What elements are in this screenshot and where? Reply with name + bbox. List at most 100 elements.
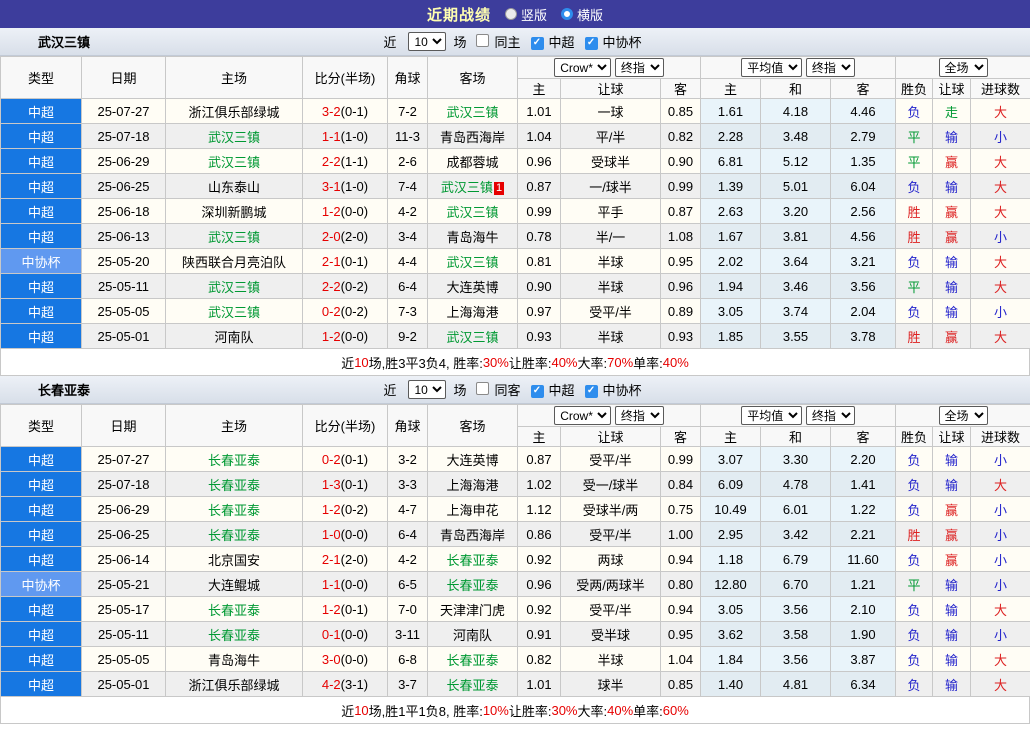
corner-cell: 7-2 — [388, 99, 428, 124]
col-asian-away: 客 — [661, 79, 701, 99]
asian-handicap-cell: 两球 — [561, 547, 661, 572]
asian-handicap-cell: 受半球 — [561, 622, 661, 647]
layout-vertical-radio[interactable]: 竖版 — [505, 5, 547, 24]
euro-avg-select[interactable]: 平均值 — [741, 406, 802, 425]
handicap-result-cell: 输 — [933, 597, 971, 622]
halftime-score: (0-1) — [341, 104, 368, 119]
matches-tbody: 中超25-07-27长春亚泰0-2(0-1)3-2大连英博0.87受平/半0.9… — [1, 447, 1030, 697]
odds-provider-select[interactable]: Crow* — [554, 58, 611, 77]
page-title: 近期战绩 — [427, 4, 491, 25]
near-count-select[interactable]: 10 — [408, 380, 446, 399]
cup-checkbox[interactable]: ✓ — [585, 381, 598, 398]
fulltime-score: 1-2 — [322, 602, 341, 617]
opponent-team-cell: 青岛西海岸 — [428, 522, 518, 547]
result-group: 全场 — [896, 405, 1030, 427]
handicap-result-cell: 输 — [933, 174, 971, 199]
handicap-result-cell: 赢 — [933, 224, 971, 249]
scope-select[interactable]: 全场 — [939, 58, 988, 77]
asian-handicap-cell: 受一/球半 — [561, 472, 661, 497]
euro-stage-select[interactable]: 终指 — [806, 58, 855, 77]
score-cell: 1-1(0-0) — [303, 572, 388, 597]
euro-avg-select[interactable]: 平均值 — [741, 58, 802, 77]
match-date-cell: 25-05-01 — [82, 324, 166, 349]
opponent-team-cell: 北京国安 — [166, 547, 303, 572]
same-venue-checkbox[interactable] — [476, 34, 489, 50]
layout-horizontal-radio[interactable]: 横版 — [561, 5, 603, 24]
asian-handicap-cell: 平/半 — [561, 124, 661, 149]
match-type-cell: 中超 — [1, 622, 82, 647]
match-type-cell: 中超 — [1, 199, 82, 224]
asian-home-odds-cell: 0.93 — [518, 324, 561, 349]
odds-provider-select[interactable]: Crow* — [554, 406, 611, 425]
goals-result-cell: 大 — [971, 597, 1030, 622]
near-count-select[interactable]: 10 — [408, 32, 446, 51]
team-section-header: 长春亚泰 近 10 场 同客 ✓ 中超 ✓ 中协杯 — [0, 376, 1030, 404]
same-venue-checkbox[interactable] — [476, 382, 489, 398]
euro-home-odds-cell: 1.61 — [701, 99, 761, 124]
score-cell: 0-1(0-0) — [303, 622, 388, 647]
euro-draw-odds-cell: 3.74 — [761, 299, 831, 324]
halftime-score: (0-1) — [341, 452, 368, 467]
wdl-result-cell: 负 — [896, 249, 933, 274]
team-name-text: 长春亚泰 — [208, 478, 260, 493]
col-euro-home: 主 — [701, 79, 761, 99]
team-name-text: 武汉三镇 — [208, 305, 260, 320]
team-name-text: 大连英博 — [446, 280, 498, 295]
goals-result-cell: 小 — [971, 124, 1030, 149]
col-asian-handicap: 让球 — [561, 427, 661, 447]
team-name-text: 大连英博 — [446, 453, 498, 468]
opponent-team-cell: 大连英博 — [428, 274, 518, 299]
checkbox-checked-icon: ✓ — [585, 37, 598, 50]
col-euro-draw: 和 — [761, 427, 831, 447]
fulltime-score: 0-1 — [322, 627, 341, 642]
cup-checkbox[interactable]: ✓ — [585, 33, 598, 50]
odds-stage-select[interactable]: 终指 — [615, 58, 664, 77]
team-name-text: 武汉三镇 — [446, 105, 498, 120]
fulltime-score: 3-0 — [322, 652, 341, 667]
team-name-text: 武汉三镇 — [446, 330, 498, 345]
corner-cell: 3-2 — [388, 447, 428, 472]
wdl-result-cell: 平 — [896, 149, 933, 174]
team-name-text: 浙江俱乐部绿城 — [188, 678, 279, 693]
wdl-result-cell: 负 — [896, 447, 933, 472]
team-name: 武汉三镇 — [38, 32, 90, 51]
match-type-cell: 中超 — [1, 597, 82, 622]
euro-home-odds-cell: 1.94 — [701, 274, 761, 299]
match-row: 中超25-05-11长春亚泰0-1(0-0)3-11河南队0.91受半球0.95… — [1, 622, 1030, 647]
score-cell: 3-1(1-0) — [303, 174, 388, 199]
asian-handicap-cell: 受平/半 — [561, 522, 661, 547]
match-type-cell: 中超 — [1, 174, 82, 199]
match-type-cell: 中超 — [1, 472, 82, 497]
league-checkbox[interactable]: ✓ — [531, 33, 544, 50]
asian-home-odds-cell: 1.01 — [518, 672, 561, 697]
halftime-score: (0-0) — [341, 627, 368, 642]
goals-result-cell: 小 — [971, 622, 1030, 647]
euro-home-odds-cell: 1.39 — [701, 174, 761, 199]
league-label: 中超 — [549, 380, 575, 399]
match-row: 中超25-06-18深圳新鹏城1-2(0-0)4-2武汉三镇0.99平手0.87… — [1, 199, 1030, 224]
match-row: 中超25-06-14北京国安2-1(2-0)4-2长春亚泰0.92两球0.941… — [1, 547, 1030, 572]
goals-result-cell: 大 — [971, 199, 1030, 224]
handicap-result-cell: 赢 — [933, 522, 971, 547]
team-name-text: 北京国安 — [208, 553, 260, 568]
focus-team-cell: 长春亚泰 — [428, 572, 518, 597]
score-cell: 0-2(0-1) — [303, 447, 388, 472]
asian-handicap-cell: 受球半 — [561, 149, 661, 174]
odds-stage-select[interactable]: 终指 — [615, 406, 664, 425]
euro-away-odds-cell: 3.87 — [831, 647, 896, 672]
match-type-cell: 中超 — [1, 547, 82, 572]
corner-cell: 6-8 — [388, 647, 428, 672]
col-date: 日期 — [82, 405, 166, 447]
euro-odds-group: 平均值 终指 — [701, 57, 896, 79]
scope-select[interactable]: 全场 — [939, 406, 988, 425]
opponent-team-cell: 河南队 — [428, 622, 518, 647]
summary-text-part: 大率: — [578, 701, 608, 720]
handicap-result-cell: 输 — [933, 647, 971, 672]
asian-home-odds-cell: 1.12 — [518, 497, 561, 522]
league-checkbox[interactable]: ✓ — [531, 381, 544, 398]
euro-stage-select[interactable]: 终指 — [806, 406, 855, 425]
opponent-team-cell: 大连鲲城 — [166, 572, 303, 597]
goals-result-cell: 大 — [971, 472, 1030, 497]
asian-home-odds-cell: 0.90 — [518, 274, 561, 299]
matches-table: 类型 日期 主场 比分(半场) 角球 客场 Crow* 终指 平均值 终指 全场 — [0, 404, 1030, 697]
